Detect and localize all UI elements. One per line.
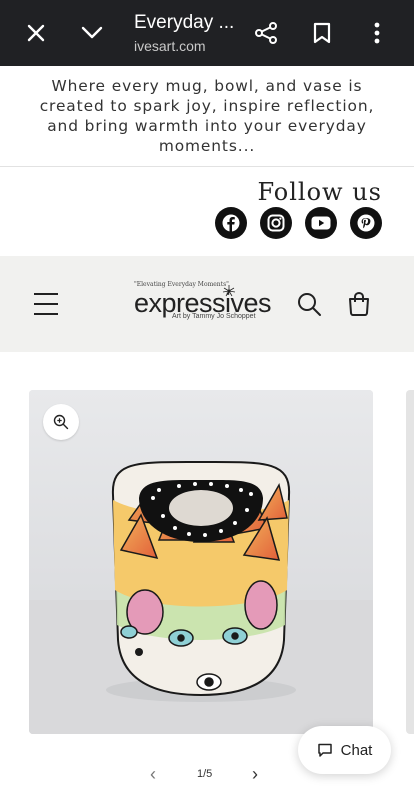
search-icon[interactable] [296,291,322,317]
next-slide-button[interactable]: › [252,764,258,784]
page-title: Everyday ... [134,12,235,33]
follow-heading: Follow us [257,178,382,206]
logo-slogan: "Elevating Everyday Moments" [134,281,229,288]
zoom-icon[interactable] [43,404,79,440]
page-url[interactable]: ivesart.com [134,38,206,54]
store-header: "Elevating Everyday Moments" expressives… [0,256,414,352]
youtube-icon[interactable] [305,207,337,239]
close-icon[interactable] [20,17,52,49]
next-image-peek[interactable] [406,390,414,734]
chat-bubble-icon [317,743,332,757]
chat-label: Chat [340,741,373,759]
chat-button[interactable]: Chat [298,726,391,774]
menu-hamburger-icon[interactable] [34,293,58,315]
announcement-bar: Where every mug, bowl, and vase is creat… [0,66,414,167]
tagline-text: Where every mug, bowl, and vase is creat… [39,77,375,155]
chevron-down-icon[interactable] [76,17,108,49]
cart-icon[interactable] [346,291,372,317]
slide-counter: 1/5 [197,768,213,780]
more-vertical-icon[interactable] [361,17,393,49]
instagram-icon[interactable] [260,207,292,239]
store-logo[interactable]: "Elevating Everyday Moments" expressives… [134,281,272,323]
pinterest-icon[interactable] [350,207,382,239]
browser-toolbar: Everyday ... ivesart.com [0,0,414,66]
bookmark-icon[interactable] [306,17,338,49]
share-icon[interactable] [250,17,282,49]
product-image[interactable] [29,390,373,734]
facebook-icon[interactable] [215,207,247,239]
prev-slide-button[interactable]: ‹ [150,764,156,784]
logo-byline: Art by Tammy Jo Schoppet [172,313,256,320]
logo-flower-icon [222,285,236,297]
vase-illustration [29,390,373,734]
